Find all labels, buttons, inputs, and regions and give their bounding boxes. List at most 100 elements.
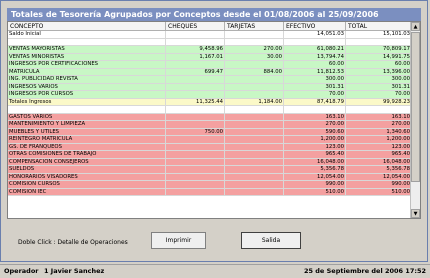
- status-bar: Operador 1 Javier Sanchez 25 de Septiemb…: [0, 264, 430, 277]
- cell-cheques: 699.47: [166, 68, 225, 77]
- cell-concepto: VENTAS MAYORISTAS: [8, 46, 166, 54]
- cell-concepto: ING. PUBLICIDAD REVISTA: [8, 76, 166, 84]
- cell-tarjetas: 884.00: [225, 68, 284, 77]
- cell-total: 163.10: [346, 113, 412, 122]
- cell-total: 270.00: [346, 121, 412, 129]
- table-row[interactable]: MANTENIMIENTO Y LIMPIEZA 270.00 270.00: [8, 121, 412, 129]
- cell-total: 123.00: [346, 143, 412, 152]
- cell-cheques: [166, 61, 225, 69]
- cell-total: 70,809.17: [346, 46, 412, 54]
- cell-efectivo: 123.00: [284, 143, 346, 152]
- cell-efectivo: 270.00: [284, 121, 346, 129]
- table-row[interactable]: REINTEGRO MATRICULA 1,200.00 1,200.00: [8, 136, 412, 144]
- cell-total: 99,928.23: [346, 98, 412, 107]
- table-row[interactable]: Saldo Inicial 14,051.03 15,101.03: [8, 31, 412, 39]
- cell-total: 12,054.00: [346, 173, 412, 182]
- cell-efectivo: 16,048.00: [284, 158, 346, 167]
- cell-cheques: [166, 38, 225, 47]
- table-row[interactable]: [8, 106, 412, 114]
- operator-user: 1 Javier Sanchez: [44, 267, 105, 275]
- cell-efectivo: [284, 38, 346, 47]
- cell-tarjetas: [225, 181, 284, 189]
- table-row[interactable]: OTRAS COMISIONES DE TRABAJO 965.40 965.40: [8, 151, 412, 159]
- vertical-scrollbar[interactable]: ▲ ▼: [410, 22, 420, 218]
- table-row[interactable]: MUEBLES Y UTILES 750.00 590.60 1,340.60: [8, 128, 412, 137]
- cell-cheques: [166, 113, 225, 122]
- cell-efectivo: 1,200.00: [284, 136, 346, 144]
- cell-efectivo: 590.60: [284, 128, 346, 137]
- cell-tarjetas: [225, 166, 284, 174]
- print-button[interactable]: Imprimir: [151, 232, 206, 249]
- cell-cheques: [166, 76, 225, 84]
- cell-cheques: [166, 83, 225, 92]
- cell-tarjetas: [225, 151, 284, 159]
- cell-cheques: [166, 151, 225, 159]
- table-header: CONCEPTO CHEQUES TARJETAS EFECTIVO TOTAL: [8, 22, 412, 31]
- scroll-down-icon[interactable]: ▼: [411, 209, 420, 218]
- exit-button[interactable]: Salida: [241, 232, 301, 249]
- cell-total: 1,200.00: [346, 136, 412, 144]
- table-row[interactable]: [8, 38, 412, 47]
- column-header-total[interactable]: TOTAL: [346, 22, 412, 31]
- cell-efectivo: 965.40: [284, 151, 346, 159]
- cell-concepto: [8, 106, 166, 114]
- window-title: Totales de Tesorería Agrupados por Conce…: [7, 8, 421, 21]
- table-row[interactable]: SUELDOS 5,356.78 5,356.78: [8, 166, 412, 174]
- totals-table[interactable]: CONCEPTO CHEQUES TARJETAS EFECTIVO TOTAL…: [7, 21, 421, 219]
- cell-total: [346, 38, 412, 47]
- table-row[interactable]: VENTAS MAYORISTAS 9,458.96 270.00 61,080.21…: [8, 46, 412, 54]
- cell-tarjetas: [225, 173, 284, 182]
- cell-efectivo: 300.00: [284, 76, 346, 84]
- cell-efectivo: 14,051.03: [284, 31, 346, 39]
- cell-efectivo: [284, 106, 346, 114]
- treasury-window: Totales de Tesorería Agrupados por Conce…: [0, 0, 428, 262]
- table-row[interactable]: Totales Ingresos 11,325.44 1,184.00 87,418.…: [8, 98, 412, 107]
- cell-cheques: [166, 181, 225, 189]
- cell-cheques: [166, 173, 225, 182]
- cell-tarjetas: 270.00: [225, 46, 284, 54]
- table-row[interactable]: INGRESOS POR CURSOS 70.00 70.00: [8, 91, 412, 99]
- cell-efectivo: 5,356.78: [284, 166, 346, 174]
- cell-concepto: REINTEGRO MATRICULA: [8, 136, 166, 144]
- table-row[interactable]: GS. DE FRANQUEOS 123.00 123.00: [8, 143, 412, 152]
- cell-cheques: [166, 166, 225, 174]
- cell-total: 13,396.00: [346, 68, 412, 77]
- table-row[interactable]: INGRESOS VARIOS 301.31 301.31: [8, 83, 412, 92]
- cell-concepto: HONORARIOS VISADORES: [8, 173, 166, 182]
- cell-total: 5,356.78: [346, 166, 412, 174]
- table-row[interactable]: VENTAS MINORISTAS 1,167.01 30.00 13,794.74 1…: [8, 53, 412, 62]
- cell-cheques: 11,325.44: [166, 98, 225, 107]
- cell-concepto: [8, 38, 166, 47]
- cell-concepto: Totales Ingresos: [8, 98, 166, 107]
- cell-concepto: INGRESOS VARIOS: [8, 83, 166, 92]
- cell-cheques: [166, 158, 225, 167]
- scroll-up-icon[interactable]: ▲: [411, 22, 420, 31]
- cell-tarjetas: [225, 61, 284, 69]
- column-header-efectivo[interactable]: EFECTIVO: [284, 22, 346, 31]
- cell-concepto: MUEBLES Y UTILES: [8, 128, 166, 137]
- table-row[interactable]: MATRICULA 699.47 884.00 11,812.53 13,396.00: [8, 68, 412, 77]
- cell-cheques: 1,167.01: [166, 53, 225, 62]
- cell-concepto: INGRESOS POR CERTIFICACIONES: [8, 61, 166, 69]
- table-row[interactable]: INGRESOS POR CERTIFICACIONES 60.00 60.00: [8, 61, 412, 69]
- table-row[interactable]: GASTOS VARIOS 163.10 163.10: [8, 113, 412, 122]
- cell-total: 16,048.00: [346, 158, 412, 167]
- table-row[interactable]: HONORARIOS VISADORES 12,054.00 12,054.00: [8, 173, 412, 182]
- cell-cheques: [166, 143, 225, 152]
- double-click-hint: Doble Click : Detalle de Operaciones: [18, 239, 128, 246]
- cell-tarjetas: [225, 121, 284, 129]
- column-header-tarjetas[interactable]: TARJETAS: [225, 22, 284, 31]
- cell-concepto: COMISION CURSOS: [8, 181, 166, 189]
- table-row[interactable]: COMISION IEC 510.00 510.00: [8, 188, 412, 197]
- column-header-concepto[interactable]: CONCEPTO: [8, 22, 166, 31]
- cell-cheques: [166, 188, 225, 197]
- cell-tarjetas: [225, 143, 284, 152]
- operator-label: Operador: [4, 267, 39, 275]
- table-row[interactable]: COMPENSACION CONSEJEROS 16,048.00 16,048.0…: [8, 158, 412, 167]
- table-row[interactable]: ING. PUBLICIDAD REVISTA 300.00 300.00: [8, 76, 412, 84]
- table-row[interactable]: COMISION CURSOS 990.00 990.00: [8, 181, 412, 189]
- cell-tarjetas: 1,184.00: [225, 98, 284, 107]
- column-header-cheques[interactable]: CHEQUES: [166, 22, 225, 31]
- scroll-thumb[interactable]: [411, 32, 420, 182]
- cell-efectivo: 60.00: [284, 61, 346, 69]
